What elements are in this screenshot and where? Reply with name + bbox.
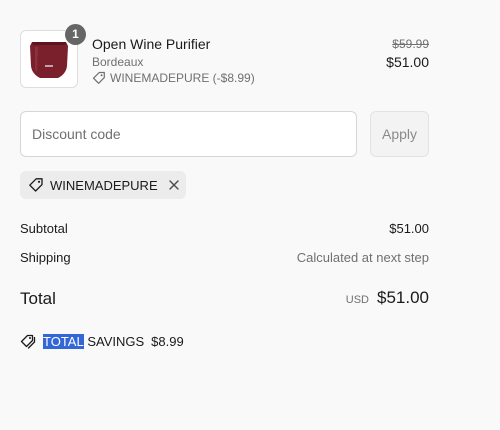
shipping-label: Shipping xyxy=(20,250,71,265)
savings-label: SAVINGS xyxy=(83,333,145,349)
line-price: $51.00 xyxy=(386,54,429,70)
wine-purifier-image xyxy=(30,42,68,78)
discount-code-input[interactable] xyxy=(20,111,357,157)
line-discount: WINEMADEPURE (-$8.99) xyxy=(92,71,255,85)
order-summary: 1 Open Wine Purifier Bordeaux WINEMADEPU… xyxy=(0,0,500,430)
line-discount-label: WINEMADEPURE (-$8.99) xyxy=(110,71,255,85)
quantity-badge: 1 xyxy=(65,24,86,45)
tag-icon xyxy=(92,71,106,85)
subtotal-value: $51.00 xyxy=(389,221,429,236)
close-icon[interactable] xyxy=(167,178,181,192)
savings-label-highlighted: TOTAL xyxy=(43,333,84,349)
product-variant: Bordeaux xyxy=(92,55,144,69)
applied-code-label: WINEMADEPURE xyxy=(50,177,158,193)
total-value: $51.00 xyxy=(377,288,429,307)
total-currency: USD xyxy=(345,294,369,306)
cart-line-item: 1 Open Wine Purifier Bordeaux WINEMADEPU… xyxy=(20,24,429,90)
compare-at-price: $59.99 xyxy=(392,37,429,51)
tag-icon xyxy=(28,177,44,193)
total-label: Total xyxy=(20,289,56,308)
apply-button[interactable]: Apply xyxy=(370,111,429,157)
product-name: Open Wine Purifier xyxy=(92,36,211,52)
total-savings: TOTAL SAVINGS $8.99 xyxy=(20,332,184,350)
applied-discount-chip: WINEMADEPURE xyxy=(20,171,186,199)
shipping-value: Calculated at next step xyxy=(296,250,429,265)
subtotal-label: Subtotal xyxy=(20,221,68,236)
savings-amount: $8.99 xyxy=(151,333,184,349)
tags-icon xyxy=(20,333,37,350)
